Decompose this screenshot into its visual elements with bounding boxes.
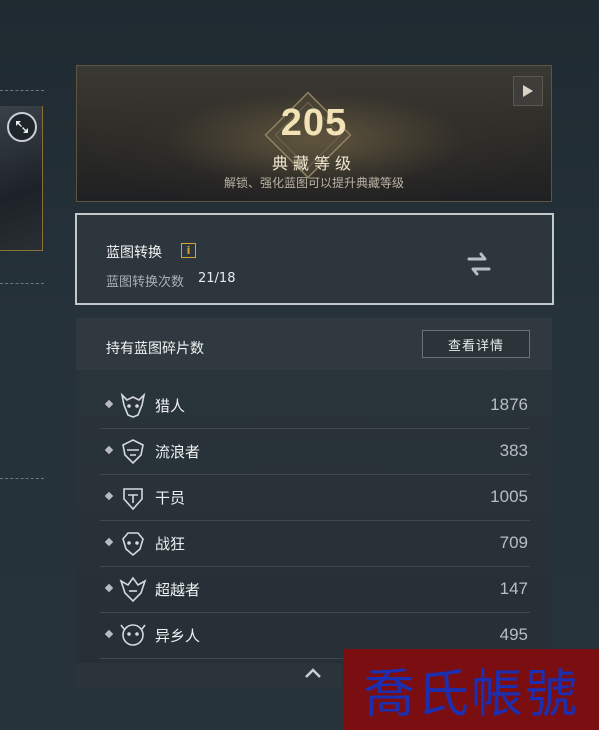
fragments-title: 持有蓝图碎片数	[106, 341, 204, 357]
blueprint-fragments-panel: 持有蓝图碎片数 查看详情 猎人 1876 流浪者 383 干员 1005 战狂 …	[76, 318, 552, 688]
item-count: 383	[499, 441, 528, 460]
transcender-class-icon	[119, 576, 147, 603]
bullet-icon	[104, 583, 114, 593]
item-name: 流浪者	[155, 443, 201, 461]
wanderer-class-icon	[122, 439, 144, 465]
conversion-count-label: 蓝图转换次数	[106, 275, 185, 290]
divider	[0, 90, 44, 91]
item-name: 战狂	[155, 535, 186, 553]
list-item: 超越者 147	[100, 567, 530, 613]
collection-level-title: 典藏等级	[271, 154, 356, 173]
left-panel-edge	[0, 0, 75, 730]
item-name: 干员	[155, 489, 186, 507]
chevron-up-icon[interactable]	[304, 667, 322, 679]
hunter-class-icon	[120, 392, 146, 418]
info-icon[interactable]: i	[181, 243, 196, 258]
item-count: 709	[499, 533, 528, 552]
bullet-icon	[104, 491, 114, 501]
view-details-button[interactable]: 查看详情	[422, 330, 530, 358]
bullet-icon	[104, 537, 114, 547]
list-item: 干员 1005	[100, 475, 530, 521]
item-count: 147	[499, 579, 528, 598]
fragments-header: 持有蓝图碎片数 查看详情	[76, 318, 552, 370]
bullet-icon	[104, 445, 114, 455]
divider	[0, 478, 44, 479]
list-item: 流浪者 383	[100, 429, 530, 475]
item-name: 猎人	[155, 397, 186, 415]
list-item: 战狂 709	[100, 521, 530, 567]
divider	[0, 283, 44, 284]
collection-level-value: 205	[280, 102, 348, 144]
item-count: 1876	[490, 395, 528, 414]
conversion-count-value: 21/18	[198, 271, 236, 286]
outlander-class-icon	[120, 624, 146, 646]
blueprint-conversion-panel[interactable]: 蓝图转换 i 蓝图转换次数 21/18	[75, 213, 554, 305]
item-name: 超越者	[155, 581, 201, 599]
item-count: 1005	[490, 487, 528, 506]
conversion-title: 蓝图转换	[106, 245, 162, 261]
bullet-icon	[104, 399, 114, 409]
swap-icon[interactable]	[463, 248, 495, 280]
list-item: 猎人 1876	[100, 383, 530, 429]
collection-level-description: 解锁、强化蓝图可以提升典藏等级	[223, 176, 404, 190]
play-arrow-icon	[523, 85, 533, 97]
watermark-logo: 喬氏帳號	[343, 649, 599, 730]
item-name: 异乡人	[155, 627, 201, 645]
expand-icon[interactable]	[7, 112, 37, 142]
fragments-list: 猎人 1876 流浪者 383 干员 1005 战狂 709 超越者 147 异…	[100, 383, 530, 659]
operative-class-icon	[123, 488, 143, 511]
collection-level-panel[interactable]: 205 典藏等级 解锁、强化蓝图可以提升典藏等级	[76, 65, 552, 202]
bullet-icon	[104, 629, 114, 639]
item-count: 495	[499, 625, 528, 644]
berserker-class-icon	[122, 532, 144, 557]
